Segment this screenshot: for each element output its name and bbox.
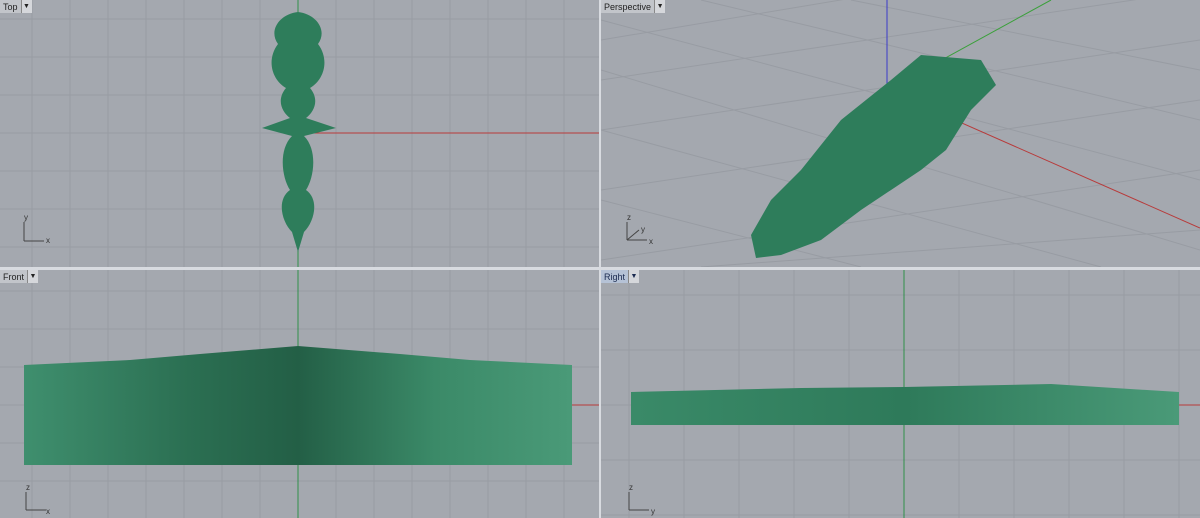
- axis-label-y: y: [24, 213, 28, 222]
- viewport-title-right[interactable]: Right ▼: [601, 270, 640, 283]
- viewport-title-top[interactable]: Top ▼: [0, 0, 32, 13]
- viewport-name: Right: [604, 271, 626, 282]
- viewport-name: Top: [3, 1, 18, 12]
- viewport-top[interactable]: y x Top ▼: [0, 0, 599, 267]
- triangle-down-icon[interactable]: ▼: [628, 270, 640, 283]
- viewport-front[interactable]: z x Front ▼: [0, 270, 599, 518]
- viewport-perspective[interactable]: z y x Perspective ▼: [601, 0, 1200, 267]
- triangle-down-icon[interactable]: ▼: [27, 270, 39, 283]
- axis-label-z: z: [26, 483, 30, 492]
- viewport-name: Perspective: [604, 1, 652, 12]
- right-canvas: z y: [601, 270, 1200, 518]
- axis-label-x: x: [46, 507, 50, 516]
- axis-label-x: x: [46, 236, 50, 245]
- viewport-title-front[interactable]: Front ▼: [0, 270, 39, 283]
- viewport-right[interactable]: z y Right ▼: [601, 270, 1200, 518]
- model-front-view: [24, 346, 572, 465]
- viewport-title-perspective[interactable]: Perspective ▼: [601, 0, 666, 13]
- front-canvas: z x: [0, 270, 599, 518]
- top-canvas: y x: [0, 0, 599, 267]
- viewport-name: Front: [3, 271, 25, 282]
- model-right-view: [631, 384, 1179, 425]
- triangle-down-icon[interactable]: ▼: [20, 0, 32, 13]
- axis-label-y: y: [651, 507, 655, 516]
- model-top-view: [262, 12, 336, 252]
- perspective-canvas: z y x: [601, 0, 1200, 267]
- axis-label-z: z: [627, 213, 631, 222]
- triangle-down-icon[interactable]: ▼: [654, 0, 666, 13]
- model-perspective-view: [751, 55, 996, 258]
- axis-label-z: z: [629, 483, 633, 492]
- axis-label-y: y: [641, 225, 645, 234]
- axis-label-x: x: [649, 237, 653, 246]
